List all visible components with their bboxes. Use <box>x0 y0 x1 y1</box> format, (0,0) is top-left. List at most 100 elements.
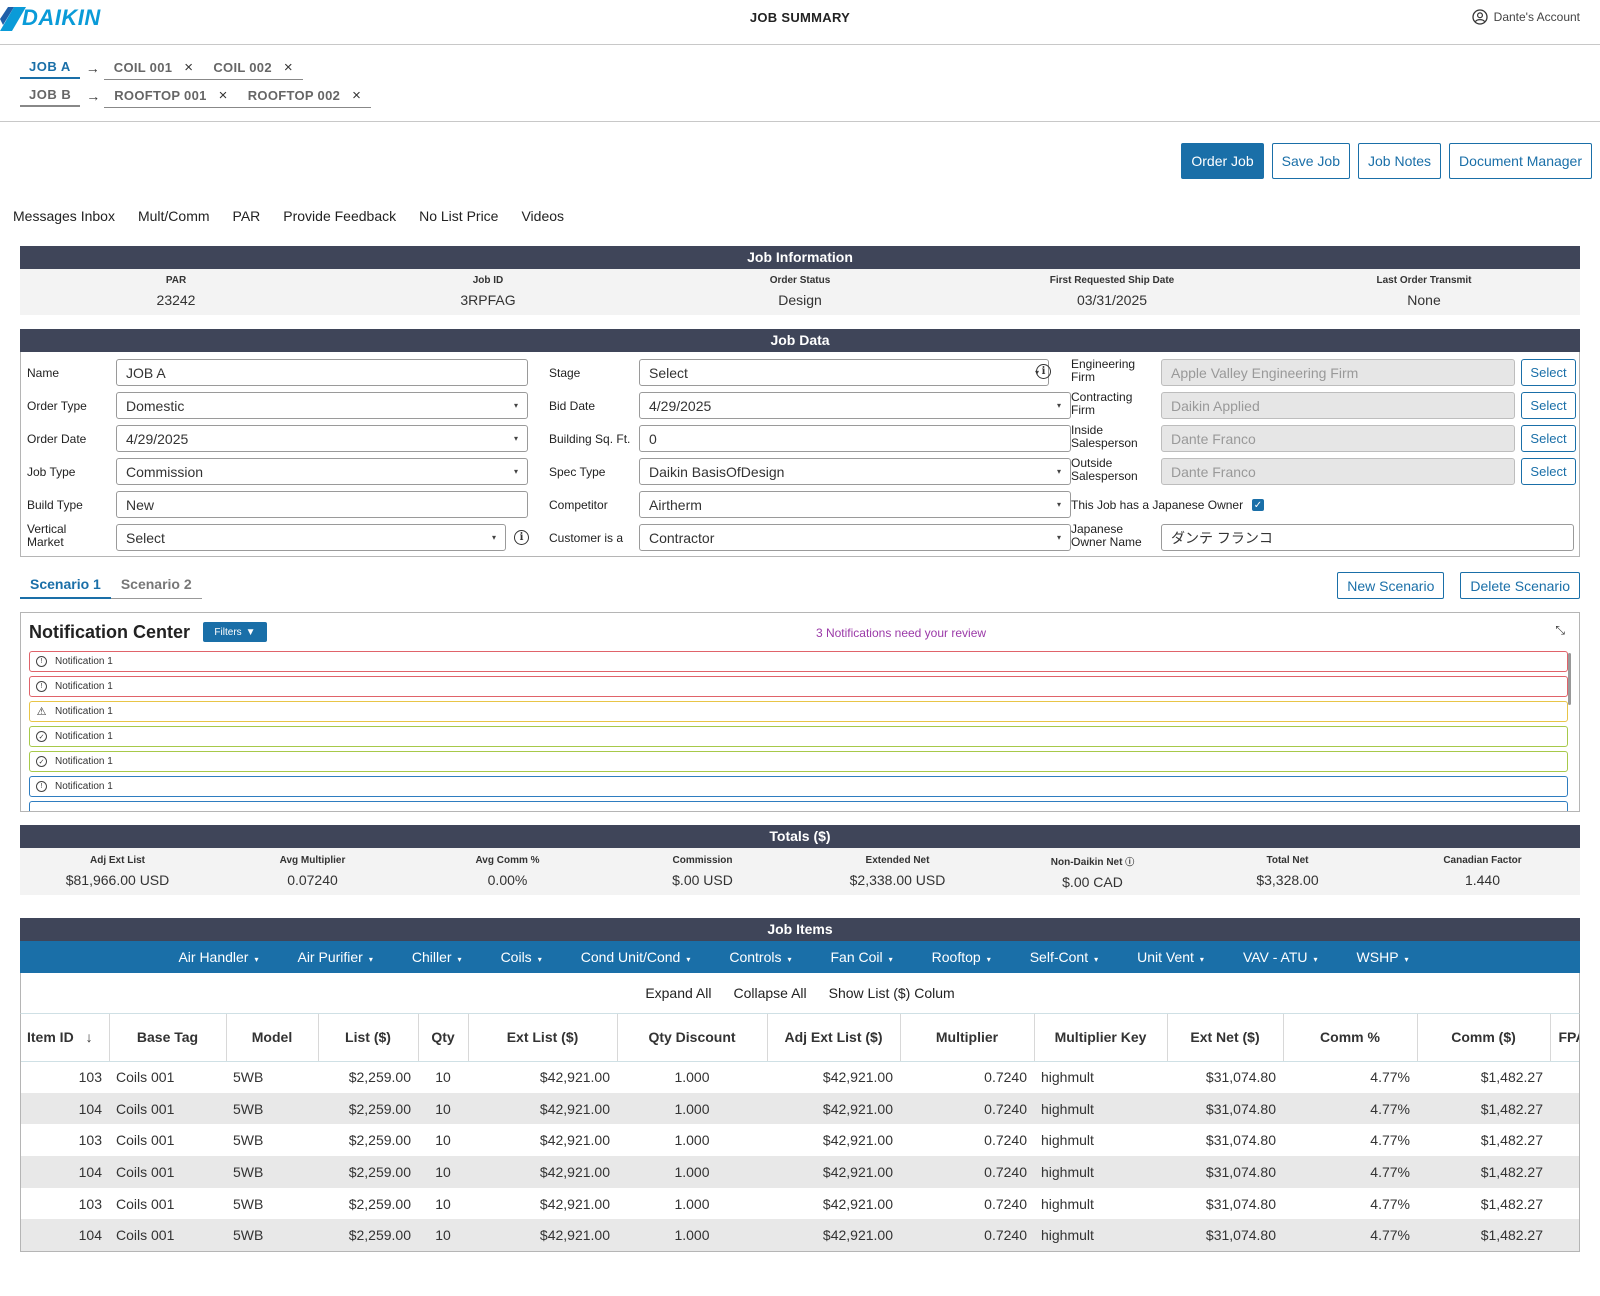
column-header[interactable]: FPA <box>1550 1014 1579 1062</box>
tab-scenario-2[interactable]: Scenario 2 <box>110 574 202 599</box>
competitor-select[interactable]: Airtherm ▾ <box>639 491 1071 518</box>
job-tab-a[interactable]: JOB A <box>20 57 80 79</box>
document-manager-button[interactable]: Document Manager <box>1449 143 1592 179</box>
japanese-owner-name-input[interactable]: ダンテ フランコ <box>1161 524 1574 551</box>
build-type-input[interactable]: New <box>116 491 528 518</box>
table-cell: 4.77% <box>1370 1132 1410 1149</box>
table-cell: $31,074.80 <box>1205 1069 1276 1086</box>
category-dropdown[interactable]: Unit Vent ▾ <box>1137 949 1217 965</box>
column-header[interactable]: Model <box>226 1014 319 1062</box>
column-header[interactable]: Ext List ($) <box>468 1014 618 1062</box>
contracting-firm-select-button[interactable]: Select <box>1521 392 1576 419</box>
column-header[interactable]: Adj Ext List ($) <box>767 1014 901 1062</box>
tab-scenario-1[interactable]: Scenario 1 <box>20 574 111 599</box>
job-tab-b[interactable]: JOB B <box>20 85 81 107</box>
link-no-list-price[interactable]: No List Price <box>419 208 498 224</box>
japanese-owner-label: This Job has a Japanese Owner <box>1071 498 1244 512</box>
expand-all-button[interactable]: Expand All <box>645 985 711 1001</box>
category-dropdown[interactable]: Self-Cont ▾ <box>1030 949 1111 965</box>
column-header[interactable]: Multiplier <box>900 1014 1035 1062</box>
order-type-select[interactable]: Domestic ▾ <box>116 392 528 419</box>
column-header[interactable]: Multiplier Key <box>1034 1014 1168 1062</box>
bid-date-picker[interactable]: 4/29/2025 ▾ <box>639 392 1071 419</box>
stage-select[interactable]: Select ▾ <box>639 359 1049 386</box>
info-icon[interactable]: i <box>1036 364 1051 379</box>
info-job-id: Job ID 3RPFAG <box>460 275 516 308</box>
link-par[interactable]: PAR <box>233 208 261 224</box>
column-header[interactable]: Item ID ↓ <box>21 1014 110 1062</box>
link-provide-feedback[interactable]: Provide Feedback <box>283 208 396 224</box>
vertical-market-select[interactable]: Select ▾ <box>116 524 506 551</box>
notification-item[interactable]: ! Notification 1 <box>29 651 1568 672</box>
link-messages-inbox[interactable]: Messages Inbox <box>13 208 115 224</box>
outside-salesperson-select-button[interactable]: Select <box>1521 458 1576 485</box>
inside-salesperson-select-button[interactable]: Select <box>1521 425 1576 452</box>
order-date-picker[interactable]: 4/29/2025 ▾ <box>116 425 528 452</box>
column-header[interactable]: Base Tag <box>109 1014 227 1062</box>
category-dropdown[interactable]: Air Handler ▾ <box>178 949 271 965</box>
notification-item[interactable]: ✓ Notification 1 <box>29 726 1568 747</box>
save-job-button[interactable]: Save Job <box>1271 143 1350 179</box>
new-scenario-button[interactable]: New Scenario <box>1337 572 1445 599</box>
link-mult-comm[interactable]: Mult/Comm <box>138 208 210 224</box>
notification-item[interactable]: ✓ Notification 1 <box>29 751 1568 772</box>
notification-scrollbar[interactable] <box>1568 653 1571 705</box>
info-icon[interactable]: i <box>514 530 529 545</box>
collapse-icon[interactable]: ⤡ <box>1555 623 1565 638</box>
delete-scenario-button[interactable]: Delete Scenario <box>1460 572 1580 599</box>
notification-item[interactable]: ! Notification 1 <box>29 676 1568 697</box>
secondary-nav: Messages Inbox Mult/Comm PAR Provide Fee… <box>13 208 587 224</box>
subtab-rooftop-002[interactable]: ROOFTOP 002 × <box>238 85 371 107</box>
account-menu[interactable]: Dante's Account <box>1472 9 1580 25</box>
category-dropdown[interactable]: Cond Unit/Cond ▾ <box>581 949 704 965</box>
table-cell: $42,921.00 <box>468 1092 617 1125</box>
info-icon[interactable]: ⓘ <box>1125 857 1134 867</box>
column-header[interactable]: Ext Net ($) <box>1167 1014 1284 1062</box>
order-job-button[interactable]: Order Job <box>1181 143 1264 179</box>
collapse-all-button[interactable]: Collapse All <box>733 985 806 1001</box>
customer-type-select[interactable]: Contractor ▾ <box>639 524 1071 551</box>
notification-item[interactable]: ! Notification 1 <box>29 776 1568 797</box>
notification-item[interactable] <box>29 801 1568 811</box>
table-row[interactable]: 103 Coils 001 5WB $2,259.00 10 $42,921.00 1.00… <box>21 1124 1579 1156</box>
job-type-select[interactable]: Commission ▾ <box>116 458 528 485</box>
spec-type-select[interactable]: Daikin BasisOfDesign ▾ <box>639 458 1071 485</box>
japanese-owner-checkbox[interactable]: ✓ <box>1252 499 1264 511</box>
table-row[interactable]: 103 Coils 001 5WB $2,259.00 10 $42,921.00 1.00… <box>21 1188 1579 1220</box>
sort-arrow-icon[interactable]: ↓ <box>82 1029 93 1045</box>
total-avg-comm: Avg Comm % 0.00% <box>475 855 540 888</box>
job-notes-button[interactable]: Job Notes <box>1358 143 1442 179</box>
category-dropdown[interactable]: Chiller ▾ <box>412 949 475 965</box>
category-dropdown[interactable]: VAV - ATU ▾ <box>1243 949 1331 965</box>
name-input[interactable]: JOB A <box>116 359 528 386</box>
column-header[interactable]: Comm ($) <box>1417 1014 1551 1062</box>
column-header[interactable]: Qty <box>418 1014 469 1062</box>
table-cell: 10 <box>435 1132 451 1149</box>
table-row[interactable]: 103 Coils 001 5WB $2,259.00 10 $42,921.00 1.00… <box>21 1061 1579 1093</box>
table-cell: highmult <box>1041 1132 1094 1149</box>
category-dropdown[interactable]: WSHP ▾ <box>1357 949 1422 965</box>
subtab-coil-001[interactable]: COIL 001 × <box>104 57 204 79</box>
engineering-firm-select-button[interactable]: Select <box>1521 359 1576 386</box>
column-header[interactable]: Comm % <box>1283 1014 1418 1062</box>
close-icon[interactable]: × <box>184 59 193 76</box>
column-header[interactable]: List ($) <box>318 1014 419 1062</box>
table-row[interactable]: 104 Coils 001 5WB $2,259.00 10 $42,921.00 1.00… <box>21 1092 1579 1125</box>
table-row[interactable]: 104 Coils 001 5WB $2,259.00 10 $42,921.00 1.00… <box>21 1219 1579 1251</box>
building-sqft-input[interactable]: 0 <box>639 425 1071 452</box>
show-list-column-toggle[interactable]: Show List ($) Colum <box>829 985 955 1001</box>
close-icon[interactable]: × <box>284 59 293 76</box>
category-dropdown[interactable]: Rooftop ▾ <box>932 949 1004 965</box>
category-dropdown[interactable]: Controls ▾ <box>729 949 804 965</box>
column-header[interactable]: Qty Discount <box>617 1014 768 1062</box>
category-dropdown[interactable]: Coils ▾ <box>501 949 555 965</box>
close-icon[interactable]: × <box>352 87 361 104</box>
category-dropdown[interactable]: Air Purifier ▾ <box>297 949 385 965</box>
notification-item[interactable]: ⚠ Notification 1 <box>29 701 1568 722</box>
subtab-coil-002[interactable]: COIL 002 × <box>203 57 303 79</box>
category-dropdown[interactable]: Fan Coil ▾ <box>831 949 906 965</box>
close-icon[interactable]: × <box>219 87 228 104</box>
link-videos[interactable]: Videos <box>521 208 564 224</box>
table-row[interactable]: 104 Coils 001 5WB $2,259.00 10 $42,921.00 1.00… <box>21 1156 1579 1188</box>
subtab-rooftop-001[interactable]: ROOFTOP 001 × <box>104 85 237 107</box>
